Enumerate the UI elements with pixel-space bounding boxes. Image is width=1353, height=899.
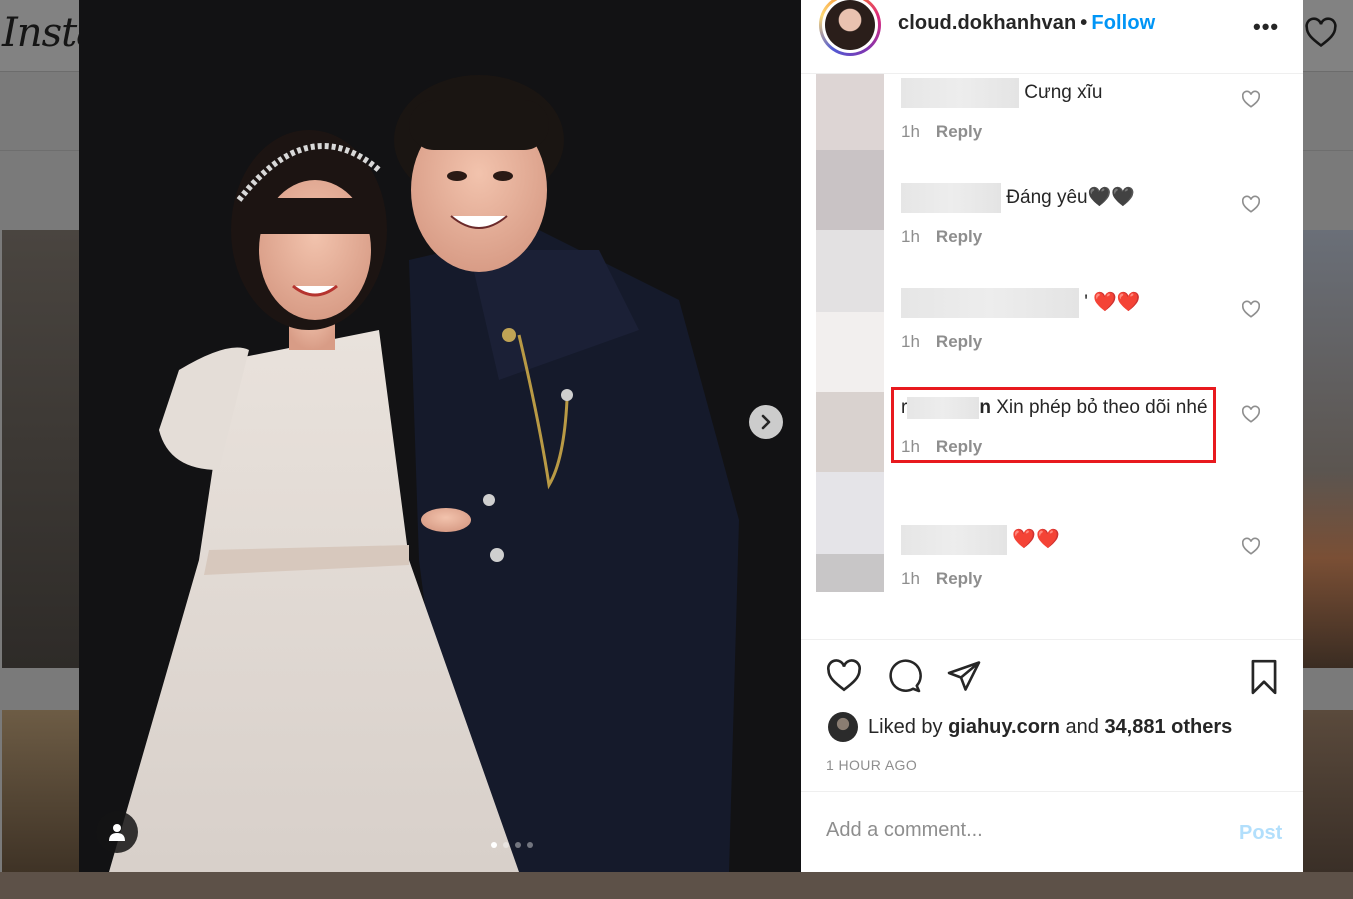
comment-meta: 1h Reply <box>901 227 1281 247</box>
separator-dot: • <box>1080 12 1088 34</box>
likes-joiner: and <box>1065 715 1099 738</box>
reply-button[interactable]: Reply <box>936 332 982 351</box>
comment-time: 1h <box>901 569 920 588</box>
comment-like-icon[interactable] <box>1241 300 1261 323</box>
carousel-dot <box>491 842 497 848</box>
blurred-username <box>901 288 1079 318</box>
carousel-dot <box>527 842 533 848</box>
comment-meta: 1h Reply <box>901 122 1281 142</box>
comment-like-icon[interactable] <box>1241 537 1261 560</box>
comment-input[interactable] <box>826 819 1206 842</box>
comment-like-icon[interactable] <box>1241 90 1261 113</box>
blurred-username <box>901 525 1007 555</box>
chevron-right-icon <box>761 414 771 430</box>
comment-like-icon[interactable] <box>1241 405 1261 428</box>
post-actions: Liked by giahuy.corn and 34,881 others 1… <box>801 639 1303 791</box>
background-tile-bottom-right <box>1303 710 1353 872</box>
more-options-icon[interactable]: ••• <box>1253 14 1279 40</box>
comment-time: 1h <box>901 332 920 351</box>
follow-button[interactable]: Follow <box>1091 12 1155 34</box>
comment-item: ❤️❤️ 1h Reply <box>901 525 1281 589</box>
carousel-dot <box>503 842 509 848</box>
comment-text: ❤️❤️ <box>901 525 1281 555</box>
carousel-next-button[interactable] <box>749 405 783 439</box>
post-detail-panel: cloud.dokhanhvan • Follow ••• Cưng xĩu 1h R… <box>801 0 1303 872</box>
carousel-dot <box>515 842 521 848</box>
author-username[interactable]: cloud.dokhanhvan <box>898 12 1076 34</box>
likes-others-count[interactable]: 34,881 others <box>1104 716 1232 739</box>
comments-list[interactable]: Cưng xĩu 1h Reply Đáng yêu🖤🖤 1h Reply ' ❤️… <box>801 74 1303 640</box>
comment-meta: 1h Reply <box>901 569 1281 589</box>
user-icon <box>109 824 125 841</box>
background-tile-left <box>2 230 79 668</box>
comment-item: Cưng xĩu 1h Reply <box>901 78 1281 142</box>
reply-button[interactable]: Reply <box>936 227 982 246</box>
share-paper-plane-icon[interactable] <box>945 658 983 699</box>
liker-username[interactable]: giahuy.corn <box>948 716 1060 739</box>
blurred-username <box>901 183 1001 213</box>
post-comment-button[interactable]: Post <box>1239 822 1282 845</box>
likes-prefix: Liked by <box>868 715 943 738</box>
background-tile-right <box>1303 230 1353 668</box>
liker-avatar <box>828 712 858 742</box>
blurred-username <box>901 78 1019 108</box>
comment-time: 1h <box>901 122 920 141</box>
comment-like-icon[interactable] <box>1241 195 1261 218</box>
post-author: cloud.dokhanhvan • Follow <box>898 12 1155 35</box>
post-timestamp[interactable]: 1 HOUR AGO <box>826 757 917 773</box>
comment-meta: 1h Reply <box>901 332 1281 352</box>
tagged-users-button[interactable] <box>96 811 138 853</box>
comment-avatars-strip <box>816 74 884 592</box>
comment-item: Đáng yêu🖤🖤 1h Reply <box>901 183 1281 247</box>
comment-text: Đáng yêu🖤🖤 <box>901 183 1281 213</box>
comment-bubble-icon[interactable] <box>885 658 923 699</box>
background-tile-bottom-left <box>2 710 79 872</box>
comment-text: Cưng xĩu <box>901 78 1281 108</box>
comment-time: 1h <box>901 227 920 246</box>
add-comment-bar: Post <box>801 791 1303 872</box>
highlight-annotation-box <box>891 387 1216 463</box>
likes-summary: Liked by giahuy.corn and 34,881 others <box>828 712 1232 742</box>
comment-text: ' ❤️❤️ <box>901 288 1281 318</box>
save-bookmark-icon[interactable] <box>1247 658 1281 701</box>
post-header: cloud.dokhanhvan • Follow ••• <box>801 0 1303 74</box>
reply-button[interactable]: Reply <box>936 569 982 588</box>
author-avatar[interactable] <box>819 0 881 56</box>
comment-item: ' ❤️❤️ 1h Reply <box>901 288 1281 352</box>
activity-heart-icon <box>1304 16 1338 53</box>
like-heart-icon[interactable] <box>825 658 863 697</box>
reply-button[interactable]: Reply <box>936 122 982 141</box>
carousel-indicator <box>491 842 533 848</box>
post-photo[interactable] <box>79 0 801 872</box>
background-grid-row <box>0 872 1353 899</box>
